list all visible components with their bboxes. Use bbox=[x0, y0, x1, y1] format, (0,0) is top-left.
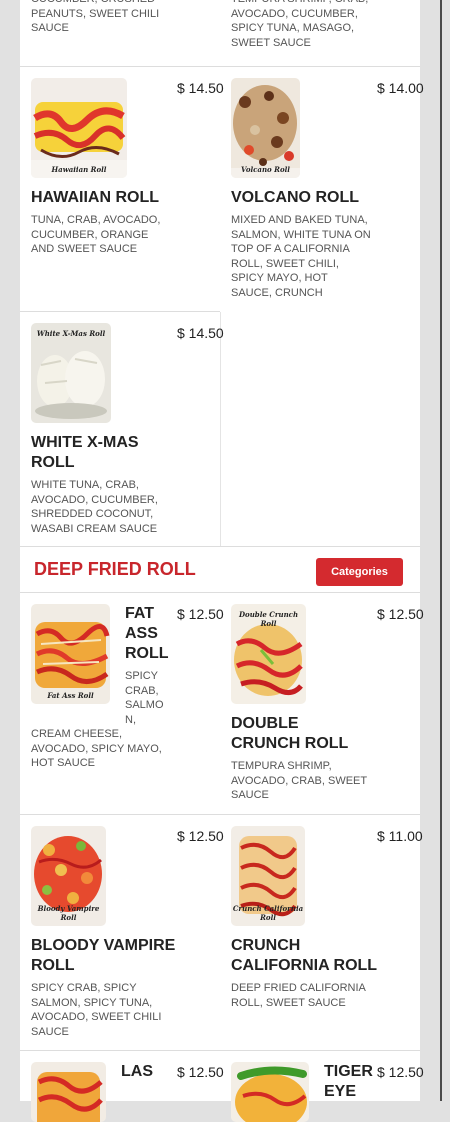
divider bbox=[20, 814, 420, 815]
item-price: $ 12.50 bbox=[177, 828, 224, 844]
item-name: HAWAIIAN ROLL bbox=[31, 189, 159, 206]
image-caption: Double Crunch Roll bbox=[238, 610, 299, 628]
item-price: $ 12.50 bbox=[377, 1064, 424, 1080]
categories-button[interactable]: Categories bbox=[316, 558, 403, 586]
item-description: WHITE TUNA, CRAB, AVOCADO, CUCUMBER, SHR… bbox=[31, 479, 158, 535]
divider bbox=[20, 66, 420, 67]
crunch-california-roll-image: Crunch California Roll bbox=[231, 826, 305, 926]
item-description: CREAM CHEESE, AVOCADO, SPICY MAYO, HOT S… bbox=[31, 728, 162, 770]
item-description: DEEP FRIED CALIFORNIA ROLL, SWEET SAUCE bbox=[231, 982, 366, 1009]
item-name: FAT ASS ROLL bbox=[125, 605, 169, 662]
item-name: WHITE X-MAS ROLL bbox=[31, 434, 139, 471]
page-edge bbox=[440, 0, 442, 1101]
bloody-vampire-roll-image: Bloody Vampire Roll bbox=[31, 826, 106, 926]
double-crunch-roll-image: Double Crunch Roll bbox=[231, 604, 306, 704]
item-description: TEMPURA SHRIMP, AVOCADO, CRAB, SWEET SAU… bbox=[231, 760, 367, 802]
image-caption: Bloody Vampire Roll bbox=[37, 904, 100, 922]
item-description: TEMPURA SHRIMP, CRAB, AVOCADO, CUCUMBER,… bbox=[231, 0, 368, 49]
item-price: $ 11.00 bbox=[377, 828, 423, 844]
item-price: $ 12.50 bbox=[377, 606, 424, 622]
divider bbox=[20, 311, 220, 312]
item-name: CRUNCH CALIFORNIA ROLL bbox=[231, 937, 378, 974]
divider bbox=[20, 546, 420, 547]
hawaiian-roll-image: Hawaiian Roll bbox=[31, 78, 127, 178]
divider bbox=[20, 592, 420, 593]
divider bbox=[20, 1050, 420, 1051]
image-caption: White X-Mas Roll bbox=[36, 329, 106, 338]
image-caption: Volcano Roll bbox=[241, 165, 290, 174]
item-name: BLOODY VAMPIRE ROLL bbox=[31, 937, 176, 974]
item-price: $ 12.50 bbox=[177, 1064, 224, 1080]
item-price: $ 14.50 bbox=[177, 80, 224, 96]
item-description: MIXED AND BAKED TUNA, SALMON, WHITE TUNA… bbox=[231, 214, 371, 299]
item-name: LAS bbox=[121, 1063, 153, 1080]
section-title: DEEP FRIED ROLL bbox=[34, 559, 196, 579]
volcano-roll-image: Volcano Roll bbox=[231, 78, 300, 178]
image-caption: Hawaiian Roll bbox=[51, 165, 107, 174]
las-roll-image bbox=[31, 1062, 106, 1122]
item-name: TIGER EYE bbox=[324, 1063, 373, 1100]
item-description: SPICY CRAB, SALMON, bbox=[125, 670, 164, 726]
white-x-mas-roll-image: White X-Mas Roll bbox=[31, 323, 111, 423]
item-description: CUCUMBER, CRUSHED PEANUTS, SWEET CHILI S… bbox=[31, 0, 160, 35]
item-description: TUNA, CRAB, AVOCADO, CUCUMBER, ORANGE AN… bbox=[31, 214, 161, 256]
tiger-eye-roll-image bbox=[231, 1062, 309, 1122]
image-caption: Fat Ass Roll bbox=[47, 691, 94, 700]
image-caption: Crunch California Roll bbox=[232, 904, 304, 922]
item-price: $ 14.50 bbox=[177, 325, 224, 341]
item-name: VOLCANO ROLL bbox=[231, 189, 359, 206]
fat-ass-roll-image: Fat Ass Roll bbox=[31, 604, 110, 704]
column-divider bbox=[220, 312, 221, 546]
item-name: DOUBLE CRUNCH ROLL bbox=[231, 715, 349, 752]
item-price: $ 12.50 bbox=[177, 606, 224, 622]
item-description: SPICY CRAB, SPICY SALMON, SPICY TUNA, AV… bbox=[31, 982, 162, 1038]
item-price: $ 14.00 bbox=[377, 80, 424, 96]
